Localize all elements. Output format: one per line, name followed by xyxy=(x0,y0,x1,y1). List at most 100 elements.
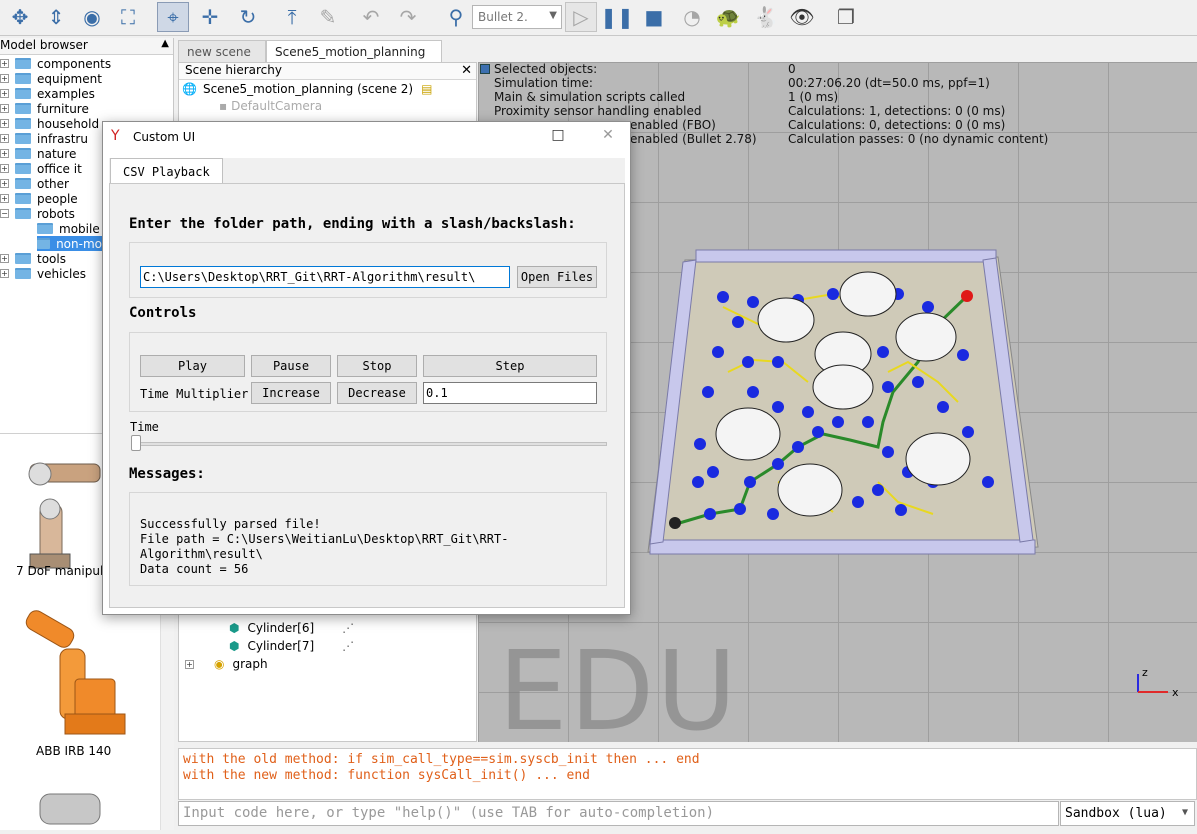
console-line: with the new method: function sysCall_in… xyxy=(183,768,590,783)
tree-item-components[interactable]: + components xyxy=(0,56,111,71)
increase-button[interactable]: Increase xyxy=(251,382,331,404)
tree-item-infrastructure[interactable]: + infrastru xyxy=(0,131,88,146)
folder-icon xyxy=(15,208,31,219)
camera-icon[interactable]: ◉ xyxy=(76,2,108,32)
pause-button[interactable]: Pause xyxy=(251,355,331,377)
expand-icon[interactable]: + xyxy=(0,194,9,203)
tree-item-office[interactable]: + office it xyxy=(0,161,82,176)
expand-icon[interactable]: + xyxy=(0,164,9,173)
physics-engine-select[interactable]: Bullet 2. ▼ xyxy=(472,5,562,29)
stop-button[interactable]: Stop xyxy=(337,355,417,377)
time-label: Time xyxy=(130,420,159,434)
controls-heading: Controls xyxy=(129,305,197,321)
folder-icon xyxy=(15,268,31,279)
abb-irb140-thumbnail[interactable] xyxy=(23,608,126,735)
hierarchy-item-label: graph xyxy=(232,657,268,671)
tree-item-other[interactable]: + other xyxy=(0,176,69,191)
dynamics-icon[interactable]: ✎ xyxy=(312,2,344,32)
expand-icon[interactable]: + xyxy=(0,134,9,143)
windows-icon[interactable]: ❐ xyxy=(830,2,862,32)
tree-item-nature[interactable]: + nature xyxy=(0,146,76,161)
tab-label: CSV Playback xyxy=(123,165,210,179)
select-icon[interactable]: ⌖ xyxy=(157,2,189,32)
tree-item-robots[interactable]: − robots xyxy=(0,206,75,221)
play-icon[interactable]: ▷ xyxy=(565,2,597,32)
expand-icon[interactable]: + xyxy=(0,89,9,98)
redo-icon[interactable]: ↷ xyxy=(392,2,424,32)
info-toggle-icon[interactable] xyxy=(480,64,490,74)
time-slider-track[interactable] xyxy=(131,442,607,446)
expand-icon[interactable]: + xyxy=(0,119,9,128)
tab-csv-playback[interactable]: CSV Playback xyxy=(110,158,223,184)
close-icon[interactable]: ✕ xyxy=(598,127,618,147)
hierarchy-item-label: Cylinder[6] xyxy=(247,621,315,635)
folder-path-input[interactable]: C:\Users\Desktop\RRT_Git\RRT-Algorithm\r… xyxy=(140,266,510,288)
move-object-icon[interactable]: ✛ xyxy=(194,2,226,32)
tree-item-examples[interactable]: + examples xyxy=(0,86,95,101)
tab-scene5[interactable]: Scene5_motion_planning xyxy=(266,40,442,62)
dialog-titlebar[interactable]: Y Custom UI □ ✕ xyxy=(103,122,630,152)
hierarchy-camera[interactable]: ▪ DefaultCamera xyxy=(219,98,322,114)
info-label: enabled (FBO) xyxy=(630,118,716,132)
expand-icon[interactable]: + xyxy=(0,179,9,188)
close-icon[interactable]: ✕ xyxy=(461,63,472,78)
tree-item-household[interactable]: + household xyxy=(0,116,99,131)
tab-new-scene[interactable]: new scene xyxy=(178,40,266,62)
tree-item-people[interactable]: + people xyxy=(0,191,78,206)
fast-icon[interactable]: 🐇 xyxy=(750,2,782,32)
play-button[interactable]: Play xyxy=(140,355,245,377)
rotate-object-icon[interactable]: ↻ xyxy=(232,2,264,32)
messages-heading: Messages: xyxy=(129,466,205,482)
step-button[interactable]: Step xyxy=(423,355,597,377)
expand-icon[interactable]: + xyxy=(0,254,9,263)
info-label: enabled (Bullet 2.78) xyxy=(630,132,757,146)
folder-icon xyxy=(15,118,31,129)
time-multiplier-input[interactable]: 0.1 xyxy=(423,382,597,404)
expand-icon[interactable]: + xyxy=(185,659,194,669)
custom-ui-dialog: Y Custom UI □ ✕ CSV Playback Enter the f… xyxy=(102,121,631,615)
tree-item-equipment[interactable]: + equipment xyxy=(0,71,102,86)
tree-item-vehicles[interactable]: + vehicles xyxy=(0,266,86,281)
gripper-thumbnail[interactable] xyxy=(39,793,101,825)
app-logo-icon: Y xyxy=(111,128,120,144)
fit-view-icon[interactable]: ⛶ xyxy=(112,2,144,32)
undo-icon[interactable]: ↶ xyxy=(355,2,387,32)
manipulator-7dof-thumbnail[interactable] xyxy=(28,462,101,569)
open-files-button[interactable]: Open Files xyxy=(517,266,597,288)
hierarchy-item-cylinder6[interactable]: ⬢ Cylinder[6] ⋰ xyxy=(229,620,354,636)
tree-item-non-mobile[interactable]: non-mo xyxy=(37,236,102,251)
time-slider-handle[interactable] xyxy=(131,435,141,451)
pan-icon[interactable]: ✥ xyxy=(4,2,36,32)
sandbox-value: Sandbox (lua) xyxy=(1065,806,1167,821)
realtime-icon[interactable]: ◔ xyxy=(676,2,708,32)
tree-item-mobile[interactable]: mobile xyxy=(37,221,100,236)
decrease-button[interactable]: Decrease xyxy=(337,382,417,404)
hierarchy-item-cylinder7[interactable]: ⬢ Cylinder[7] ⋰ xyxy=(229,638,354,654)
expand-icon[interactable]: + xyxy=(0,59,9,68)
folder-icon xyxy=(15,73,31,84)
console-input[interactable]: Input code here, or type "help()" (use T… xyxy=(178,801,1059,826)
restore-icon[interactable]: □ xyxy=(548,127,568,147)
expand-icon[interactable]: + xyxy=(0,149,9,158)
tree-item-tools[interactable]: + tools xyxy=(0,251,66,266)
sandbox-select[interactable]: Sandbox (lua) ▼ xyxy=(1060,801,1195,826)
translate-view-icon[interactable]: ⇕ xyxy=(40,2,72,32)
expand-icon[interactable]: + xyxy=(0,74,9,83)
tree-item-furniture[interactable]: + furniture xyxy=(0,101,89,116)
hierarchy-scene-root[interactable]: 🌐 Scene5_motion_planning (scene 2) ▤ xyxy=(182,81,432,97)
shape-icon: ⬢ xyxy=(229,639,240,653)
expand-icon[interactable]: + xyxy=(0,269,9,278)
collapse-icon[interactable]: − xyxy=(0,209,9,218)
caret-up-icon[interactable]: ▲ xyxy=(161,38,169,49)
dialog-body: CSV Playback Enter the folder path, endi… xyxy=(109,158,625,608)
pause-icon[interactable]: ❚❚ xyxy=(600,2,634,32)
expand-icon[interactable]: + xyxy=(0,104,9,113)
visualization-icon[interactable]: 👁 xyxy=(786,2,818,32)
hierarchy-item-graph[interactable]: + ◉ graph xyxy=(185,656,268,672)
slow-icon[interactable]: 🐢 xyxy=(712,2,744,32)
camera-label: DefaultCamera xyxy=(231,99,323,113)
assemble-icon[interactable]: ⤒ xyxy=(276,2,308,32)
stop-icon[interactable]: ■ xyxy=(638,2,670,32)
script-icon[interactable]: ▤ xyxy=(421,82,432,96)
folder-icon xyxy=(15,253,31,264)
